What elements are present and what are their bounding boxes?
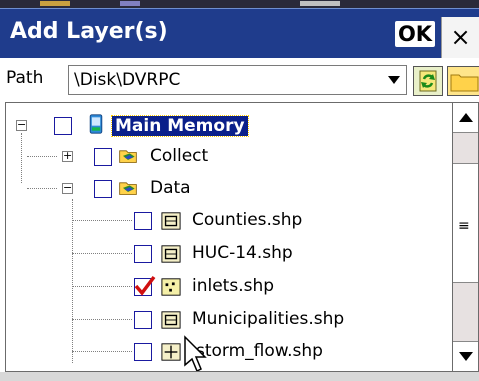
expand-icon[interactable]: + — [62, 150, 73, 162]
folder-layers-icon — [119, 182, 137, 195]
collapse-icon[interactable]: − — [62, 182, 73, 194]
refresh-button[interactable] — [413, 66, 443, 96]
tree-item-inlets[interactable]: inlets.shp — [6, 271, 446, 303]
point-layer-icon — [161, 278, 181, 296]
checkbox[interactable] — [54, 117, 72, 135]
path-value: \Disk\DVRPC — [74, 70, 181, 90]
path-bar: Path \Disk\DVRPC — [0, 58, 479, 102]
layer-tree[interactable]: − Main Memory + Collect − Data Counties.… — [5, 102, 453, 372]
checkbox[interactable] — [134, 245, 152, 263]
collapse-icon[interactable]: − — [16, 119, 27, 131]
vertical-scrollbar[interactable]: ≡ — [453, 102, 479, 372]
tree-item-municipalities[interactable]: Municipalities.shp — [6, 304, 446, 336]
tree-item-collect[interactable]: + Collect — [6, 141, 446, 173]
scroll-thumb[interactable]: ≡ — [453, 163, 478, 283]
checkbox[interactable] — [94, 148, 112, 166]
polygon-layer-icon — [161, 212, 181, 230]
checkbox-checked[interactable] — [134, 275, 156, 296]
tree-item-label: Data — [150, 178, 191, 198]
bottom-strip — [0, 372, 479, 381]
tree-item-label: storm_flow.shp — [196, 341, 323, 361]
folder-icon — [450, 74, 479, 92]
tree-item-storm-flow[interactable]: storm_flow.shp — [6, 336, 446, 368]
tree-item-label: Counties.shp — [192, 210, 303, 230]
scroll-down-button[interactable] — [453, 341, 478, 371]
checkbox[interactable] — [94, 180, 112, 198]
tree-item-huc-14[interactable]: HUC-14.shp — [6, 238, 446, 270]
polygon-layer-icon — [161, 245, 181, 263]
folder-layers-icon — [119, 150, 137, 163]
top-strip — [0, 0, 479, 8]
dialog-title: Add Layer(s) — [10, 19, 168, 44]
scroll-up-button[interactable] — [453, 103, 478, 133]
ok-button[interactable]: OK — [395, 21, 435, 47]
grip-icon: ≡ — [458, 218, 470, 234]
device-memory-icon — [89, 114, 103, 134]
refresh-icon — [419, 70, 437, 92]
tree-item-label: Main Memory — [111, 115, 249, 137]
dropdown-arrow-icon[interactable] — [388, 76, 400, 84]
tree-item-data[interactable]: − Data — [6, 173, 446, 205]
polygon-layer-icon — [161, 311, 181, 329]
tree-item-counties[interactable]: Counties.shp — [6, 205, 446, 237]
tree-item-label: Municipalities.shp — [192, 309, 345, 329]
browse-folder-button[interactable] — [447, 66, 479, 96]
close-button[interactable]: × — [441, 17, 479, 59]
tree-item-label: inlets.shp — [192, 276, 275, 296]
path-label: Path — [6, 68, 44, 88]
title-bar: Add Layer(s) OK × — [0, 8, 479, 59]
tree-item-label: HUC-14.shp — [192, 243, 293, 263]
checkbox[interactable] — [134, 212, 152, 230]
checkmark-icon — [134, 275, 156, 296]
checkbox[interactable] — [134, 311, 152, 329]
line-layer-icon — [161, 343, 181, 361]
mouse-cursor-icon — [184, 335, 207, 371]
tree-item-main-memory[interactable]: − Main Memory — [6, 111, 446, 143]
path-dropdown[interactable]: \Disk\DVRPC — [68, 65, 407, 95]
tree-item-label: Collect — [150, 146, 209, 166]
checkbox[interactable] — [134, 343, 152, 361]
